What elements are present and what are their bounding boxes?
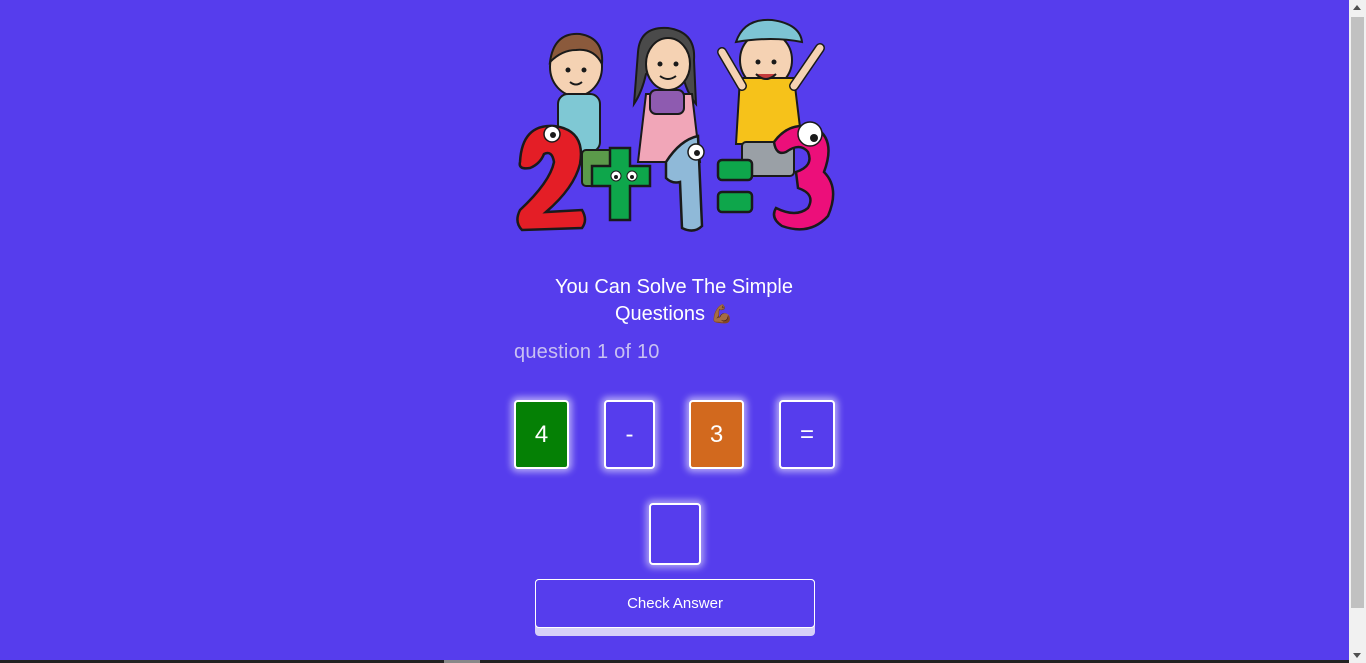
check-answer-container: Check Answer xyxy=(535,579,815,636)
check-answer-button[interactable]: Check Answer xyxy=(535,579,815,628)
progress-current: 1 xyxy=(596,341,609,363)
symbol-equals xyxy=(716,158,754,214)
progress-separator: of xyxy=(614,341,632,363)
digit-two xyxy=(516,124,587,232)
operand-a-card: 4 xyxy=(514,400,569,469)
progress-total: 10 xyxy=(636,341,660,363)
operator-card: - xyxy=(604,400,655,469)
kid-right xyxy=(717,18,825,177)
scroll-down-icon[interactable] xyxy=(1353,653,1361,658)
page-title: You Can Solve The Simple Questions 💪🏾 xyxy=(514,274,834,328)
scrollbar-thumb[interactable] xyxy=(1351,17,1364,608)
scroll-up-icon[interactable] xyxy=(1353,5,1361,10)
operand-b-card: 3 xyxy=(689,400,744,469)
hero-illustration xyxy=(516,18,835,232)
quiz-content: You Can Solve The Simple Questions 💪🏾 qu… xyxy=(0,0,1349,663)
page: You Can Solve The Simple Questions 💪🏾 qu… xyxy=(0,0,1366,663)
flexed-arm-icon: 💪🏾 xyxy=(710,304,734,325)
question-progress: question 1 of 10 xyxy=(514,341,660,364)
progress-label: question xyxy=(514,341,592,363)
equals-card: = xyxy=(779,400,835,469)
vertical-scrollbar[interactable] xyxy=(1349,0,1366,663)
page-title-text: You Can Solve The Simple Questions xyxy=(555,276,793,325)
answer-input[interactable] xyxy=(649,503,701,565)
